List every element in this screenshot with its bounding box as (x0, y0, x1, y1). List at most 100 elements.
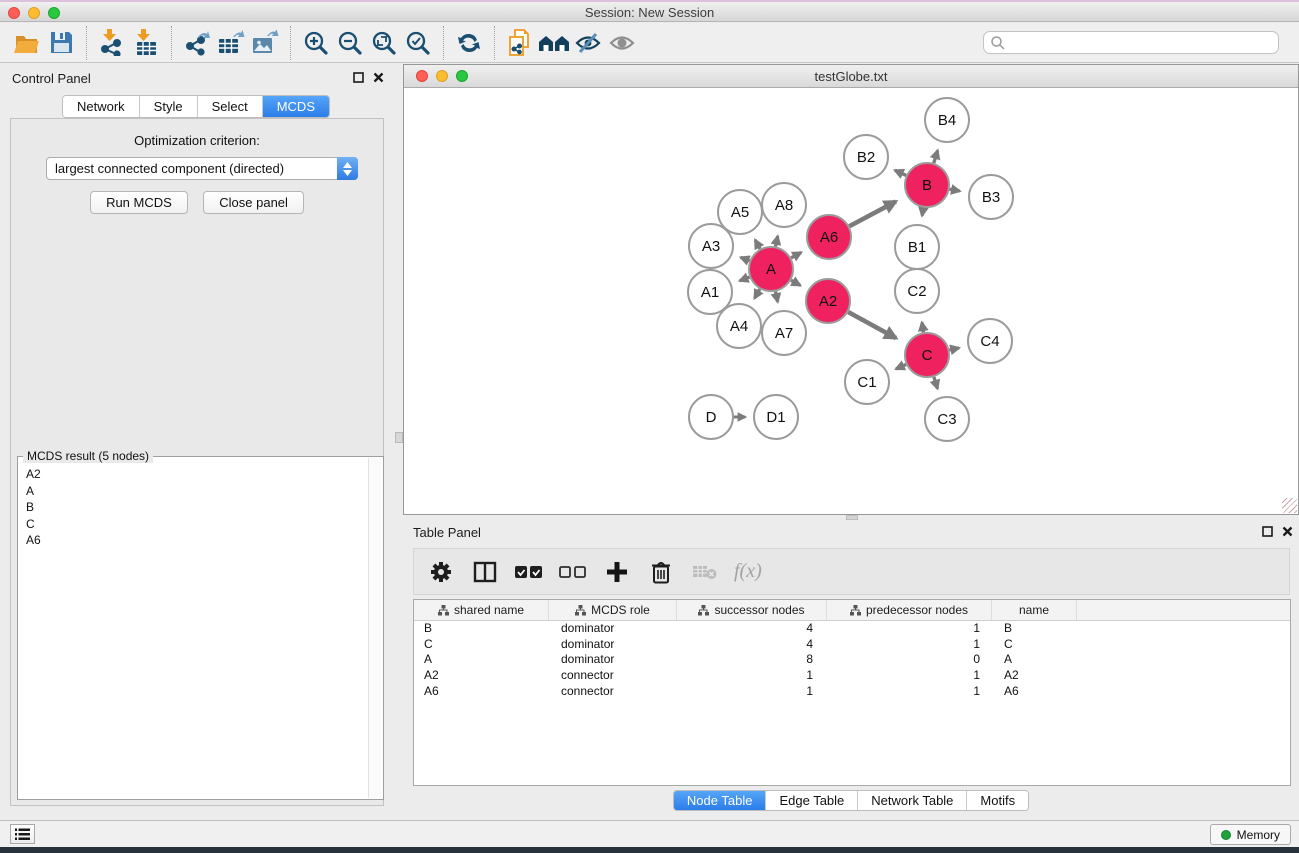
tab-network[interactable]: Network (63, 96, 139, 117)
graph-edge[interactable] (922, 208, 923, 216)
mcds-result-item[interactable]: A (22, 483, 365, 500)
first-neighbors-button[interactable] (537, 27, 571, 59)
apply-layout-button[interactable] (452, 27, 486, 59)
close-table-panel-icon[interactable] (1282, 526, 1293, 537)
graph-edge[interactable] (848, 312, 896, 338)
graph-node-label: B (922, 177, 932, 194)
graph-edge[interactable] (849, 202, 895, 227)
save-icon (50, 31, 73, 54)
show-all-button[interactable] (605, 27, 639, 59)
search-input[interactable] (1006, 36, 1278, 50)
zoom-out-button[interactable] (333, 27, 367, 59)
optimization-criterion-label: Optimization criterion: (11, 133, 383, 148)
table-row[interactable]: A2connector11A2 (414, 668, 1290, 684)
graph-edge[interactable] (776, 236, 778, 246)
deselect-all-rows-button[interactable] (558, 557, 588, 587)
search-field[interactable] (983, 31, 1279, 54)
graph-edge[interactable] (791, 280, 800, 285)
toolbar-separator (443, 26, 444, 60)
mcds-result-item[interactable]: B (22, 499, 365, 516)
mcds-result-scrollbar[interactable] (368, 458, 382, 798)
table-row[interactable]: Bdominator41B (414, 621, 1290, 637)
table-panel: Table Panel (403, 520, 1299, 816)
export-network-button[interactable] (180, 27, 214, 59)
memory-status-icon (1221, 830, 1231, 840)
column-header-name[interactable]: name (992, 600, 1077, 620)
mcds-result-item[interactable]: C (22, 516, 365, 533)
toolbar-separator (86, 26, 87, 60)
status-bar: Memory (0, 820, 1299, 847)
mcds-tab-content: Optimization criterion: largest connecte… (10, 118, 384, 806)
column-header-shared-name[interactable]: shared name (414, 600, 549, 620)
clear-table-icon (692, 563, 718, 581)
criterion-dropdown[interactable]: largest connected component (directed) (46, 157, 358, 180)
tab-network-table[interactable]: Network Table (857, 791, 966, 810)
hide-selected-button[interactable] (571, 27, 605, 59)
save-session-button[interactable] (44, 27, 78, 59)
tab-mcds[interactable]: MCDS (262, 96, 329, 117)
network-graph: B4B2BB3A5A8A6A3B1AA1C2A2A4A7C4CC1DD1C3 (404, 88, 1298, 514)
network-canvas[interactable]: B4B2BB3A5A8A6A3B1AA1C2A2A4A7C4CC1DD1C3 (404, 88, 1298, 514)
search-icon (990, 35, 1006, 51)
graph-edge[interactable] (755, 240, 760, 249)
cytoscape-app: { "window": { "title": "Session: New Ses… (0, 0, 1299, 853)
column-header-mcds-role[interactable]: MCDS role (549, 600, 677, 620)
open-session-button[interactable] (10, 27, 44, 59)
duplicate-network-button[interactable] (503, 27, 537, 59)
close-panel-button[interactable]: Close panel (203, 191, 304, 214)
tab-motifs[interactable]: Motifs (966, 791, 1028, 810)
add-column-button[interactable] (602, 557, 632, 587)
tab-node-table[interactable]: Node Table (674, 791, 766, 810)
table-panel-title: Table Panel (413, 525, 481, 540)
graph-node-label: B2 (857, 149, 875, 166)
window-resize-grip[interactable] (1282, 498, 1297, 513)
unchecked-boxes-icon (559, 565, 587, 579)
graph-edge[interactable] (895, 170, 906, 175)
table-row[interactable]: A6connector11A6 (414, 684, 1290, 700)
table-settings-button[interactable] (426, 557, 456, 587)
import-network-button[interactable] (95, 27, 129, 59)
show-column-panel-button[interactable] (470, 557, 500, 587)
select-all-rows-button[interactable] (514, 557, 544, 587)
zoom-selected-button[interactable] (401, 27, 435, 59)
import-table-button[interactable] (129, 27, 163, 59)
delete-column-button[interactable] (646, 557, 676, 587)
column-header-predecessor-nodes[interactable]: predecessor nodes (827, 600, 992, 620)
table-row[interactable]: Cdominator41C (414, 637, 1290, 653)
table-row[interactable]: Adominator80A (414, 652, 1290, 668)
graph-edge[interactable] (949, 348, 958, 350)
graph-edge[interactable] (755, 289, 760, 298)
close-panel-icon[interactable] (373, 72, 384, 83)
graph-edge[interactable] (950, 189, 960, 191)
graph-edge[interactable] (791, 252, 801, 257)
graph-edge[interactable] (740, 277, 750, 281)
column-header-successor-nodes[interactable]: successor nodes (677, 600, 827, 620)
clear-table-button[interactable] (690, 557, 720, 587)
mcds-result-item[interactable]: A2 (22, 466, 365, 483)
zoom-fit-button[interactable] (367, 27, 401, 59)
graph-edge[interactable] (776, 292, 778, 302)
apply-function-button[interactable]: f(x) (734, 557, 762, 587)
mcds-result-item[interactable]: A6 (22, 532, 365, 549)
tab-select[interactable]: Select (197, 96, 262, 117)
node-table-header: shared name MCDS role successor nodes pr… (414, 600, 1290, 621)
float-table-panel-icon[interactable] (1262, 526, 1273, 537)
vertical-splitter-handle[interactable] (395, 432, 403, 443)
graph-edge[interactable] (934, 377, 938, 389)
graph-edge[interactable] (922, 322, 924, 332)
zoom-in-button[interactable] (299, 27, 333, 59)
graph-edge[interactable] (741, 257, 750, 260)
graph-edge[interactable] (896, 364, 906, 368)
tab-edge-table[interactable]: Edge Table (765, 791, 857, 810)
graph-node-label: B1 (908, 239, 926, 256)
memory-button[interactable]: Memory (1210, 824, 1291, 845)
graph-node-label: D (706, 409, 717, 426)
float-panel-icon[interactable] (353, 72, 364, 83)
control-panel: Control Panel Network Style Select MCDS … (2, 66, 390, 814)
graph-edge[interactable] (934, 150, 938, 163)
export-image-button[interactable] (248, 27, 282, 59)
export-table-button[interactable] (214, 27, 248, 59)
tab-style[interactable]: Style (139, 96, 197, 117)
run-mcds-button[interactable]: Run MCDS (90, 191, 188, 214)
show-log-button[interactable] (10, 824, 35, 844)
